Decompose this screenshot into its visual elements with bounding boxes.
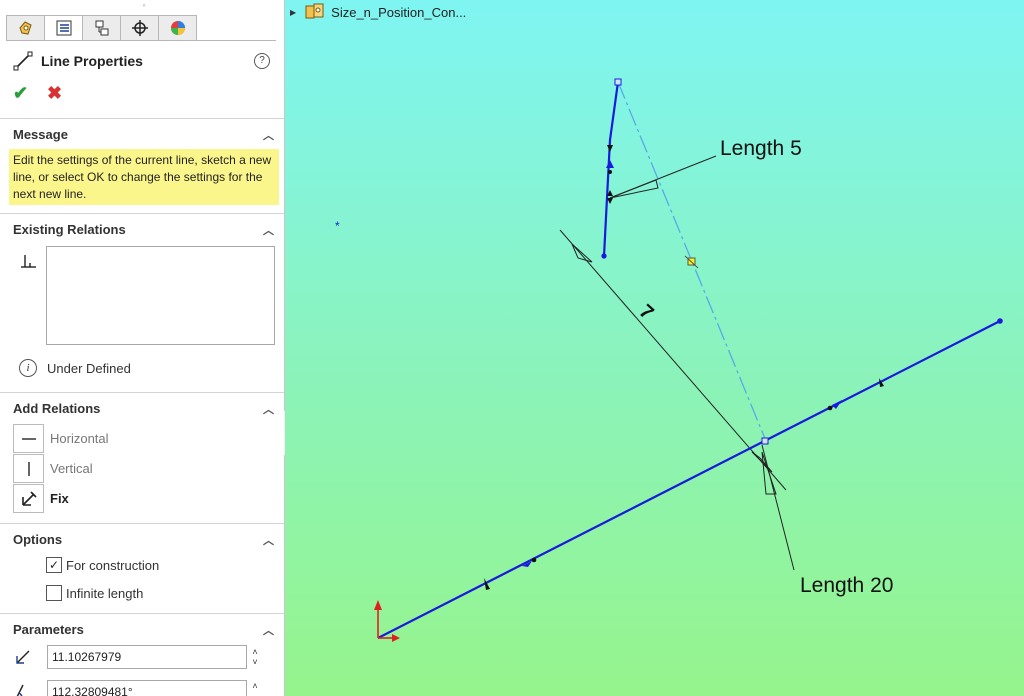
collapse-caret-icon[interactable]: ︿	[263, 127, 274, 143]
direction-arrow-icon	[606, 160, 614, 168]
collapse-caret-icon[interactable]: ︿	[263, 532, 274, 548]
property-manager-panel: ◦ Line Properties ? ✔ ✖ Message ︿ Edit t…	[0, 0, 285, 696]
relation-vertical-label: Vertical	[50, 461, 93, 476]
tab-feature-manager[interactable]	[6, 15, 45, 41]
message-section: Message ︿ Edit the settings of the curre…	[0, 118, 284, 205]
definition-status: i Under Defined	[19, 359, 131, 377]
ok-button[interactable]: ✔	[13, 83, 28, 104]
length-icon	[16, 650, 30, 664]
graphics-area[interactable]: * 7 Length 5 Length 20 ▶ Size_n_Position…	[285, 0, 1024, 696]
message-header-label: Message	[13, 126, 68, 142]
tab-divider	[6, 40, 276, 41]
checkbox-box[interactable]: ✓	[46, 557, 62, 573]
dimxpert-icon	[131, 20, 148, 36]
relation-horizontal-label: Horizontal	[50, 431, 109, 446]
for-construction-checkbox[interactable]: ✓ For construction	[46, 557, 159, 573]
existing-relations-section: Existing Relations ︿ i Under Defined	[0, 213, 284, 390]
display-manager-icon	[170, 21, 185, 35]
angle-input[interactable]	[47, 680, 247, 696]
definition-status-text: Under Defined	[47, 360, 131, 376]
sketch-canvas[interactable]: * 7 Length 5 Length 20	[285, 0, 1024, 696]
endpoint-dot[interactable]	[601, 253, 607, 259]
property-manager-icon	[56, 20, 71, 36]
options-header[interactable]: Options ︿	[0, 523, 284, 554]
midpoint-dot[interactable]	[827, 405, 833, 411]
fix-anchor-icon	[13, 484, 44, 513]
dimension-7-text[interactable]: 7	[635, 300, 658, 324]
for-construction-label: For construction	[66, 557, 160, 573]
dimension-arrow-icon	[609, 179, 659, 199]
info-icon: i	[19, 359, 37, 377]
panel-grip[interactable]: ◦	[139, 0, 149, 10]
add-relations-header[interactable]: Add Relations ︿	[0, 392, 284, 423]
relation-horizontal[interactable]: Horizontal	[13, 424, 109, 453]
feature-tree-flyout[interactable]: ▶ Size_n_Position_Con...	[290, 3, 466, 21]
tab-dimxpert-manager[interactable]	[120, 15, 159, 41]
dimension-arrow-icon	[761, 451, 777, 495]
add-relations-label: Add Relations	[13, 400, 101, 416]
endpoint-handle[interactable]	[614, 78, 622, 86]
origin-y-arrow-icon	[374, 600, 382, 610]
length-input[interactable]	[47, 645, 247, 669]
long-sketch-line[interactable]	[377, 320, 1001, 639]
length5-callout: Length 5	[720, 137, 802, 160]
options-section: Options ︿ ✓ For construction Infinite le…	[0, 523, 284, 613]
parameters-header[interactable]: Parameters ︿	[0, 613, 284, 644]
existing-relations-list[interactable]	[46, 246, 275, 345]
checkbox-box[interactable]	[46, 585, 62, 601]
origin-x-arrow-icon	[392, 634, 400, 642]
tab-configuration-manager[interactable]	[82, 15, 121, 41]
options-label: Options	[13, 531, 63, 547]
relation-fix-label: Fix	[50, 491, 69, 506]
property-title-text: Line Properties	[41, 53, 143, 69]
endpoint-dot[interactable]	[997, 318, 1003, 324]
feature-manager-icon	[18, 21, 32, 35]
midpoint-dot[interactable]	[608, 170, 612, 174]
endpoint-handle[interactable]	[761, 437, 769, 445]
sketch-point-icon[interactable]: *	[335, 219, 340, 233]
message-text: Edit the settings of the current line, s…	[9, 149, 279, 205]
property-title: Line Properties	[13, 50, 143, 72]
configuration-manager-icon	[95, 20, 108, 36]
angle-spinner[interactable]: ˄	[250, 681, 260, 691]
message-header[interactable]: Message ︿	[0, 118, 284, 149]
direction-arrow-icon	[832, 400, 842, 409]
help-icon[interactable]: ?	[254, 53, 270, 69]
collapse-caret-icon[interactable]: ︿	[263, 622, 274, 638]
length20-callout: Length 20	[800, 574, 893, 597]
short-sketch-line[interactable]	[602, 81, 620, 257]
line-tool-icon	[13, 51, 33, 71]
collapse-caret-icon[interactable]: ︿	[263, 222, 274, 238]
document-name: Size_n_Position_Con...	[331, 4, 467, 20]
relations-icon	[21, 255, 36, 268]
cancel-button[interactable]: ✖	[47, 83, 62, 104]
collapse-caret-icon[interactable]: ︿	[263, 401, 274, 417]
assembly-icon	[305, 3, 324, 19]
angle-parameter	[13, 680, 247, 696]
tab-display-manager[interactable]	[158, 15, 197, 41]
length-parameter	[13, 645, 247, 669]
manager-tabs	[6, 15, 197, 41]
tab-property-manager[interactable]	[44, 15, 83, 41]
horizontal-icon	[13, 424, 44, 453]
infinite-length-label: Infinite length	[66, 585, 144, 601]
existing-relations-label: Existing Relations	[13, 221, 126, 237]
midpoint-dot[interactable]	[531, 557, 537, 563]
relation-fix[interactable]: Fix	[13, 484, 69, 513]
expand-arrow-icon[interactable]: ▶	[290, 8, 296, 17]
length-spinner[interactable]: ˄ ˅	[250, 647, 260, 667]
dimension-line-7[interactable]	[559, 229, 787, 491]
relation-vertical[interactable]: Vertical	[13, 454, 93, 483]
existing-relations-header[interactable]: Existing Relations ︿	[0, 213, 284, 244]
length20-leader	[761, 444, 795, 571]
angle-icon	[16, 684, 24, 696]
vertical-icon	[13, 454, 44, 483]
parameters-section: Parameters ︿ ˄˅ ˄	[0, 613, 284, 696]
parameters-label: Parameters	[13, 621, 84, 637]
dimension-arrow-icon	[571, 243, 593, 263]
direction-arrow-icon	[607, 145, 613, 152]
infinite-length-checkbox[interactable]: Infinite length	[46, 585, 143, 601]
add-relations-section: Add Relations ︿ Horizontal Vertical Fix	[0, 392, 284, 522]
